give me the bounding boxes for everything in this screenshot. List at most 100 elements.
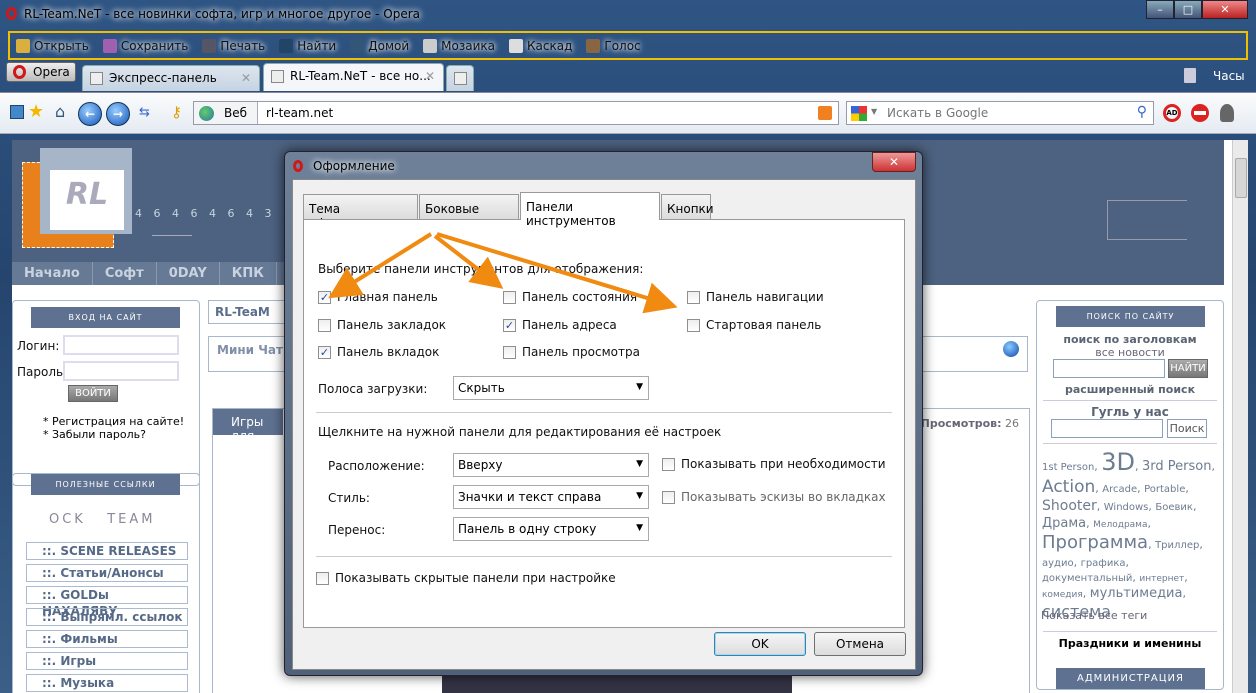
useful-link[interactable]: ::. Музыка: [26, 674, 188, 692]
toolbar-cascade-button[interactable]: Каскад: [509, 38, 572, 53]
toolbar-checkbox[interactable]: Панель закладок: [318, 318, 446, 332]
opera-menu-button[interactable]: Opera: [6, 62, 76, 82]
google-search-input[interactable]: [1051, 419, 1163, 438]
lightbulb-icon[interactable]: [1220, 104, 1234, 122]
show-hidden-checkbox[interactable]: Показывать скрытые панели при настройке: [316, 571, 616, 585]
tag-link[interactable]: Драма: [1042, 516, 1086, 531]
useful-link[interactable]: ::. Фильмы: [26, 630, 188, 648]
toolbar-checkbox[interactable]: Стартовая панель: [687, 318, 821, 332]
useful-link[interactable]: ::. Игры: [26, 652, 188, 670]
close-tab-icon[interactable]: ✕: [425, 69, 435, 83]
news-title[interactable]: Игры для: [213, 409, 283, 443]
tag-link[interactable]: Windows: [1104, 502, 1149, 513]
search-input[interactable]: [887, 104, 1127, 122]
toolbar-checkbox[interactable]: ✓ Главная панель: [318, 290, 438, 304]
tag-link[interactable]: графика: [1081, 558, 1126, 569]
site-search-button[interactable]: НАЙТИ: [1168, 359, 1208, 378]
position-select[interactable]: Вверху: [453, 453, 649, 477]
toolbar-voice-button[interactable]: Голос: [586, 38, 641, 53]
search-field[interactable]: ▼ ⚲: [846, 101, 1154, 125]
tag-link[interactable]: Программа: [1042, 532, 1148, 553]
tab-toolbars[interactable]: Панели инструментов: [520, 192, 660, 228]
tag-link[interactable]: комедия: [1042, 590, 1083, 600]
maximize-button[interactable]: □: [1174, 0, 1202, 19]
tag-link[interactable]: интернет: [1139, 574, 1184, 584]
wrap-select[interactable]: Панель в одну строку: [453, 517, 649, 541]
forward-button[interactable]: →: [106, 102, 130, 126]
tab-side-panels[interactable]: Боковые панели: [419, 194, 519, 230]
register-link[interactable]: * Регистрация на сайте!: [43, 415, 184, 428]
show-when-needed-checkbox[interactable]: Показывать при необходимости: [662, 457, 886, 471]
rss-icon[interactable]: [818, 106, 832, 120]
cancel-button[interactable]: Отмена: [814, 632, 906, 656]
tag-link[interactable]: Боевик: [1155, 502, 1193, 513]
tag-link[interactable]: Action: [1042, 477, 1095, 497]
forgot-password-link[interactable]: * Забыли пароль?: [43, 428, 146, 441]
tag-link[interactable]: документальный: [1042, 573, 1132, 584]
tag-link[interactable]: аудио: [1042, 558, 1074, 569]
toolbar-checkbox[interactable]: ✓ Панель вкладок: [318, 345, 439, 359]
adblock-icon[interactable]: AD: [1163, 104, 1181, 122]
tag-link[interactable]: Триллер: [1155, 540, 1199, 551]
back-button[interactable]: ←: [78, 102, 102, 126]
dialog-close-button[interactable]: ✕: [872, 152, 916, 172]
stop-icon[interactable]: [1191, 104, 1209, 122]
refresh-icon[interactable]: [1003, 341, 1019, 357]
page-scrollbar[interactable]: [1232, 140, 1248, 693]
toolbar-checkbox[interactable]: ✓ Панель адреса: [503, 318, 617, 332]
tag-link[interactable]: Shooter: [1042, 498, 1097, 514]
password-input[interactable]: [63, 361, 179, 381]
useful-link[interactable]: ::. Статьи/Анонсы: [26, 564, 188, 582]
useful-link[interactable]: ::. SCENE RELEASES: [26, 542, 188, 560]
tag-link[interactable]: Мелодрама: [1093, 520, 1147, 530]
toolbar-save-button[interactable]: Сохранить: [102, 38, 188, 53]
bookmarks-star-icon[interactable]: ★: [28, 101, 44, 122]
trash-icon[interactable]: [1184, 68, 1196, 83]
tag-link[interactable]: Arcade: [1102, 484, 1137, 495]
scrollbar-thumb[interactable]: [1235, 158, 1247, 198]
panel-toggle-icon[interactable]: [10, 105, 24, 119]
search-icon[interactable]: ⚲: [1137, 104, 1147, 120]
toolbar-print-button[interactable]: Печать: [202, 38, 265, 53]
close-button[interactable]: ✕: [1202, 0, 1248, 19]
toolbar-tile-button[interactable]: Мозаика: [423, 38, 495, 53]
advanced-search-link[interactable]: расширенный поиск: [1037, 383, 1223, 396]
useful-link[interactable]: ::. GOLDы НАХАЛЯВУ: [26, 586, 188, 618]
url-text[interactable]: rl-team.net: [258, 106, 333, 120]
key-icon[interactable]: ⚷: [171, 103, 182, 121]
tag-link[interactable]: 1st Person: [1042, 462, 1094, 473]
tag-link[interactable]: Portable: [1144, 484, 1185, 495]
nav-item[interactable]: Начало: [12, 262, 93, 285]
download-select[interactable]: Скрыть: [453, 376, 649, 400]
tag-link[interactable]: 3D: [1101, 448, 1135, 476]
tab-rl-team[interactable]: RL-Team.NeT - все но... ✕: [263, 63, 444, 91]
google-search-button[interactable]: Поиск: [1167, 419, 1207, 438]
site-logo[interactable]: RL: [50, 170, 124, 230]
minimize-button[interactable]: –: [1146, 0, 1174, 19]
all-news-link[interactable]: все новости: [1037, 346, 1223, 359]
tab-express-panel[interactable]: Экспресс-панель ✕: [82, 65, 260, 91]
close-tab-icon[interactable]: ✕: [241, 71, 251, 85]
chevron-down-icon[interactable]: ▼: [871, 107, 877, 116]
tag-link[interactable]: 3rd Person: [1142, 459, 1211, 474]
login-input[interactable]: [63, 335, 179, 355]
style-select[interactable]: Значки и текст справа: [453, 485, 649, 509]
nav-item[interactable]: 0DAY: [157, 262, 220, 285]
toolbar-checkbox[interactable]: Панель просмотра: [503, 345, 640, 359]
useful-link[interactable]: ::. Выпрямл. ссылок: [26, 608, 188, 626]
nav-item[interactable]: Софт: [93, 262, 157, 285]
ok-button[interactable]: OK: [714, 632, 806, 656]
nav-item[interactable]: КПК: [220, 262, 277, 285]
toolbar-find-button[interactable]: Найти: [279, 38, 336, 53]
fast-forward-icon[interactable]: ⇆: [139, 105, 150, 120]
toolbar-checkbox[interactable]: Панель навигации: [687, 290, 824, 304]
address-field[interactable]: Веб rl-team.net: [193, 101, 839, 125]
tab-theme[interactable]: Тема оформления: [303, 194, 418, 230]
new-tab-button[interactable]: [446, 65, 474, 91]
home-icon[interactable]: ⌂: [55, 102, 65, 121]
show-thumbs-checkbox[interactable]: Показывать эскизы во вкладках: [662, 490, 886, 504]
tag-link[interactable]: мультимедиа: [1090, 586, 1183, 601]
tab-buttons[interactable]: Кнопки: [661, 194, 714, 219]
login-button[interactable]: войти: [68, 385, 118, 402]
show-all-tags-link[interactable]: Показать все теги: [1041, 609, 1147, 622]
